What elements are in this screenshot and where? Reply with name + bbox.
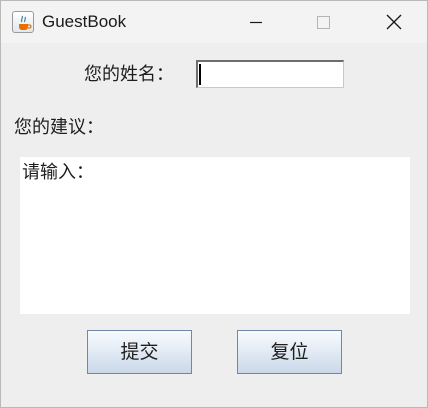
maximize-icon <box>317 16 330 29</box>
reset-button[interactable]: 复位 <box>237 330 342 374</box>
text-caret <box>199 64 201 85</box>
submit-button[interactable]: 提交 <box>87 330 192 374</box>
window-title: GuestBook <box>42 12 127 31</box>
suggestion-textarea[interactable]: 请输入： <box>20 157 410 314</box>
maximize-button[interactable] <box>300 1 346 43</box>
close-button[interactable] <box>371 1 417 43</box>
name-label: 您的姓名： <box>84 64 174 85</box>
minimize-button[interactable] <box>233 1 279 43</box>
close-icon <box>386 14 402 30</box>
title-bar[interactable]: GuestBook <box>1 1 427 43</box>
java-cup-icon[interactable] <box>12 11 34 33</box>
guestbook-window: GuestBook 您的姓名： 您的建议： 请输入： 提交 复位 <box>0 0 428 408</box>
suggestion-label: 您的建议： <box>14 117 104 138</box>
name-input[interactable] <box>196 60 344 88</box>
minimize-icon <box>250 21 262 24</box>
